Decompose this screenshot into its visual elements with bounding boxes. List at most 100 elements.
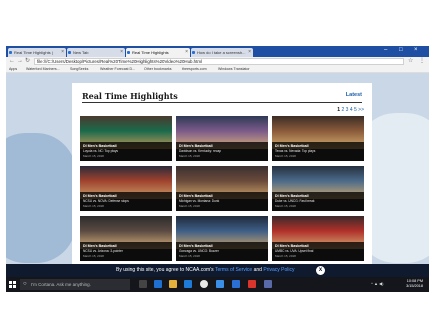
page-current: 1: [337, 107, 341, 113]
video-date: March 15, 2018: [83, 154, 104, 158]
address-bar-row: ← → ↻ file:///C:/Users/Desktop/Pictures/…: [6, 57, 429, 66]
latest-link[interactable]: Latest: [346, 92, 362, 98]
page-link[interactable]: 4: [350, 107, 353, 113]
tab-1[interactable]: Real Time Highlights | ×: [8, 48, 66, 57]
favicon-icon: [68, 51, 71, 54]
screen: Real Time Highlights | × New Tab × Real …: [6, 46, 429, 292]
video-card[interactable]: DI Men's Basketball Texas vs. Nevada: To…: [272, 116, 364, 161]
video-headline: UMBC vs. UVA: Upset final: [275, 249, 314, 253]
video-card[interactable]: DI Men's Basketball Duke vs. UNCG: Fast …: [272, 166, 364, 211]
tab-3[interactable]: Real Time Highlights ×: [126, 48, 190, 57]
powerpoint-icon[interactable]: [248, 280, 256, 288]
video-date: March 15, 2018: [179, 154, 200, 158]
video-card[interactable]: DI Men's Basketball Michigan vs. Montana…: [176, 166, 268, 211]
app-icon[interactable]: [264, 280, 272, 288]
star-icon[interactable]: ☆: [408, 58, 413, 65]
page-title: Real Time Highlights: [82, 91, 178, 101]
page-link[interactable]: 3: [346, 107, 349, 113]
tab-label: Real Time Highlights: [132, 50, 169, 55]
bookmark-item[interactable]: Weather Forecast D...: [100, 67, 135, 71]
bookmark-item[interactable]: SongSeeks: [70, 67, 88, 71]
maximize-icon[interactable]: □: [399, 47, 403, 53]
store-icon[interactable]: [184, 280, 192, 288]
menu-icon[interactable]: ⋮: [419, 58, 425, 65]
video-league: DI Men's Basketball: [83, 144, 117, 148]
tab-4[interactable]: How do I take a screensh... ×: [191, 48, 253, 57]
privacy-link[interactable]: Privacy Policy: [263, 267, 294, 273]
cortana-search-box[interactable]: ○ I'm Cortana. Ask me anything.: [20, 279, 130, 290]
video-date: March 15, 2018: [275, 154, 296, 158]
video-league: DI Men's Basketball: [83, 244, 117, 248]
video-league: DI Men's Basketball: [179, 144, 213, 148]
video-date: March 15, 2018: [275, 204, 296, 208]
clock[interactable]: 10:08 PM 3/15/2018: [406, 279, 423, 289]
video-card[interactable]: DI Men's Basketball NCSU vs. NOVA: Defen…: [80, 166, 172, 211]
bookmarks-bar: Apps Waterford Mariners... SongSeeks Wea…: [6, 66, 429, 73]
video-date: March 15, 2018: [83, 254, 104, 258]
close-tab-icon[interactable]: ×: [248, 48, 251, 57]
task-view-icon[interactable]: [139, 280, 147, 288]
tab-label: Real Time Highlights |: [14, 50, 53, 55]
video-card[interactable]: DI Men's Basketball Loyola vs. NC: Top p…: [80, 116, 172, 161]
web-page: Real Time Highlights Latest 1 2 3 4 5 >>: [6, 73, 429, 272]
close-window-icon[interactable]: ×: [414, 47, 418, 53]
divider: [82, 102, 362, 103]
forward-icon[interactable]: →: [17, 58, 23, 65]
video-card[interactable]: DI Men's Basketball Davidson vs. Kentuck…: [176, 116, 268, 161]
monitor-frame: Real Time Highlights | × New Tab × Real …: [0, 0, 436, 333]
edge-icon[interactable]: [154, 280, 162, 288]
video-headline: NCSU vs. NOVA: Defense stops: [83, 199, 129, 203]
close-tab-icon[interactable]: ×: [120, 48, 123, 57]
minimize-icon[interactable]: –: [384, 47, 387, 53]
tab-label: How do I take a screensh...: [197, 50, 246, 55]
page-next[interactable]: >>: [358, 107, 364, 113]
video-card[interactable]: DI Men's Basketball Gonzaga vs. UNCG: Bu…: [176, 216, 268, 261]
video-headline: Loyola vs. NC: Top plays: [83, 149, 119, 153]
bookmark-item[interactable]: Other bookmarks: [144, 67, 172, 71]
tab-label: New Tab: [73, 50, 89, 55]
bookmark-item[interactable]: Waterford Mariners...: [26, 67, 60, 71]
system-tray-icons[interactable]: ^ ▲ ◀): [371, 281, 383, 286]
bookmark-item[interactable]: Windows Translator: [218, 67, 250, 71]
video-date: March 15, 2018: [179, 204, 200, 208]
url-field[interactable]: file:///C:/Users/Desktop/Pictures/Real%2…: [34, 58, 404, 65]
bookmark-item[interactable]: Apps: [9, 67, 17, 71]
file-explorer-icon[interactable]: [169, 280, 177, 288]
chrome-icon[interactable]: [200, 280, 208, 288]
page-link[interactable]: 2: [341, 107, 344, 113]
video-headline: Gonzaga vs. UNCG: Buzzer: [179, 249, 219, 253]
tab-2[interactable]: New Tab ×: [67, 48, 125, 57]
mail-icon[interactable]: [216, 280, 224, 288]
video-card[interactable]: DI Men's Basketball UMBC vs. UVA: Upset …: [272, 216, 364, 261]
close-tab-icon[interactable]: ×: [61, 48, 64, 57]
close-tab-icon[interactable]: ×: [185, 48, 188, 57]
terms-link[interactable]: Terms of Service: [215, 267, 252, 273]
video-league: DI Men's Basketball: [179, 194, 213, 198]
clock-date: 3/15/2018: [406, 284, 423, 288]
highlights-panel: Real Time Highlights Latest 1 2 3 4 5 >>: [72, 83, 372, 272]
windows-start-icon[interactable]: [9, 281, 16, 288]
page-link[interactable]: 5: [354, 107, 357, 113]
video-headline: Davidson vs. Kentucky: recap: [179, 149, 221, 153]
word-icon[interactable]: [232, 280, 240, 288]
video-headline: Texas vs. Nevada: Top plays: [275, 149, 316, 153]
video-headline: Michigan vs. Montana: Dunk: [179, 199, 220, 203]
pagination: 1 2 3 4 5 >>: [337, 107, 364, 113]
cookie-message: By using this site, you agree to NCAA.co…: [116, 267, 294, 273]
reload-icon[interactable]: ↻: [25, 58, 30, 65]
back-icon[interactable]: ←: [9, 58, 15, 65]
favicon-icon: [9, 51, 12, 54]
video-headline: NCSU vs. Arizona: 3-pointer: [83, 249, 123, 253]
video-card[interactable]: DI Men's Basketball NCSU vs. Arizona: 3-…: [80, 216, 172, 261]
cookie-close-button[interactable]: x: [316, 266, 325, 275]
taskbar: ○ I'm Cortana. Ask me anything. ^ ▲ ◀) 1…: [6, 277, 429, 292]
background-decoration: [6, 133, 76, 263]
video-league: DI Men's Basketball: [275, 194, 309, 198]
cookie-text: By using this site, you agree to NCAA.co…: [116, 267, 214, 273]
video-headline: Duke vs. UNCG: Fast break: [275, 199, 315, 203]
cookie-banner: By using this site, you agree to NCAA.co…: [6, 264, 429, 277]
search-placeholder: I'm Cortana. Ask me anything.: [31, 282, 91, 287]
video-date: March 15, 2018: [275, 254, 296, 258]
cookie-text-and: and: [253, 267, 262, 273]
bookmark-item[interactable]: theesports.com: [182, 67, 207, 71]
